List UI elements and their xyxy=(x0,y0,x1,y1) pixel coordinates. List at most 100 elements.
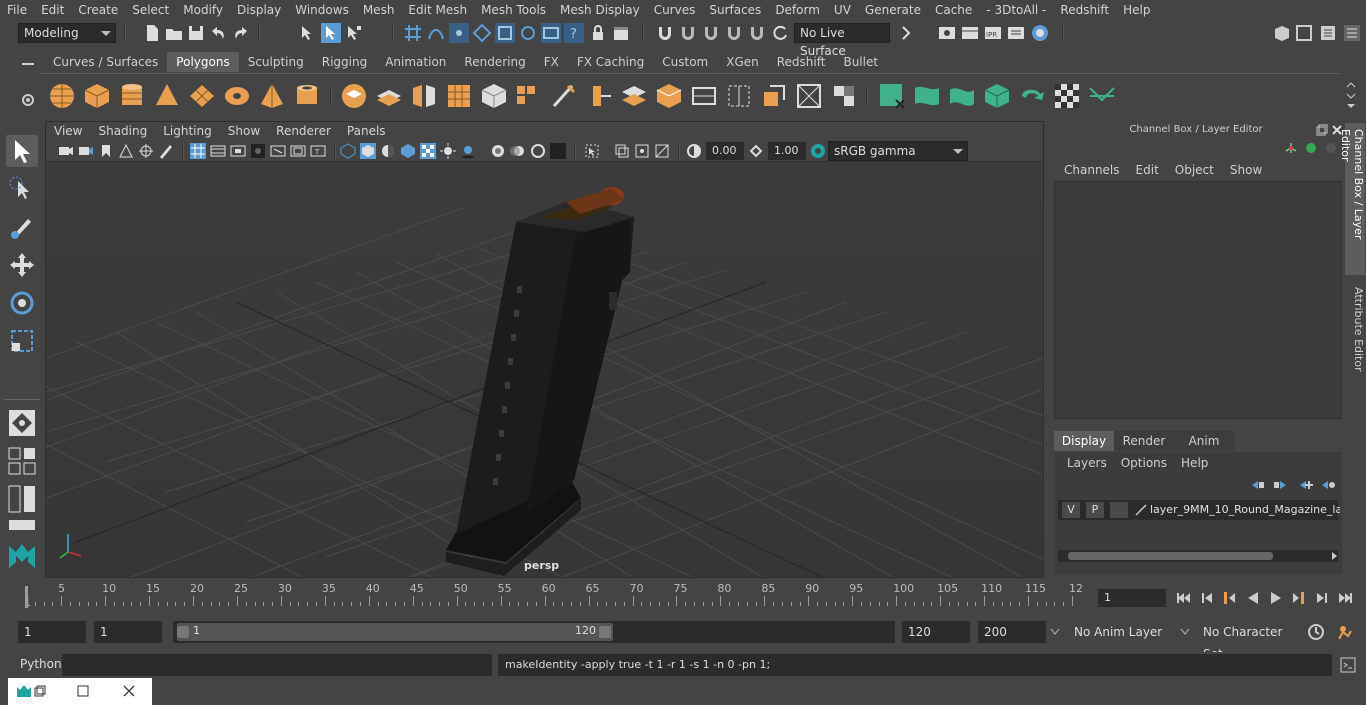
shelf-menu-icon[interactable] xyxy=(20,58,36,70)
current-frame-field[interactable]: 1 xyxy=(1098,589,1166,607)
separate-icon[interactable] xyxy=(375,82,403,110)
outliner-layout-icon[interactable] xyxy=(6,483,38,515)
render-view-icon[interactable] xyxy=(937,23,957,43)
menu-uv[interactable]: UV xyxy=(827,0,858,20)
shelf-tab-polygons[interactable]: Polygons xyxy=(167,52,239,72)
poly-sphere-icon[interactable] xyxy=(48,82,76,110)
shelf-tab-animation[interactable]: Animation xyxy=(376,52,455,72)
green-cube-icon[interactable] xyxy=(878,82,906,110)
shelf-tab-custom[interactable]: Custom xyxy=(653,52,717,72)
poly-torus-icon[interactable] xyxy=(223,82,251,110)
2d-pan-zoom-icon[interactable] xyxy=(138,143,154,159)
shelf-settings-gear-icon[interactable] xyxy=(20,92,36,108)
gamma-field[interactable]: 1.00 xyxy=(768,142,806,160)
snap-surface-icon[interactable] xyxy=(495,23,515,43)
shelf-tab-sculpting[interactable]: Sculpting xyxy=(239,52,313,72)
menu-mesh-display[interactable]: Mesh Display xyxy=(553,0,647,20)
film-gate-icon[interactable] xyxy=(210,143,226,159)
select-hierarchy-icon[interactable] xyxy=(298,23,318,43)
range-slider[interactable]: 1 120 xyxy=(173,621,895,643)
channel-box-toggle-icon[interactable] xyxy=(1342,23,1362,43)
exposure-field[interactable]: 0.00 xyxy=(706,142,744,160)
textured-icon[interactable] xyxy=(420,143,436,159)
shelf-tab-rendering[interactable]: Rendering xyxy=(455,52,534,72)
step-back-icon[interactable] xyxy=(1198,589,1216,607)
new-layer-selected-icon[interactable] xyxy=(1320,478,1336,492)
current-time-indicator[interactable] xyxy=(25,586,28,608)
magnet-live-icon[interactable] xyxy=(747,23,767,43)
select-camera-icon[interactable] xyxy=(58,143,74,159)
shelf-tab-xgen[interactable]: XGen xyxy=(717,52,768,72)
play-backwards-icon[interactable] xyxy=(1244,589,1262,607)
layer-tab-display[interactable]: Display xyxy=(1054,431,1114,451)
select-component-icon[interactable] xyxy=(344,23,364,43)
menu-curves[interactable]: Curves xyxy=(647,0,703,20)
menu-mesh-tools[interactable]: Mesh Tools xyxy=(474,0,553,20)
isolate-select-icon[interactable] xyxy=(584,143,600,159)
shelf-scroll-icon[interactable] xyxy=(1346,80,1356,110)
menu-redshift[interactable]: Redshift xyxy=(1053,0,1116,20)
close-window-icon[interactable] xyxy=(123,685,135,697)
menu-edit-mesh[interactable]: Edit Mesh xyxy=(401,0,474,20)
magnet-icon[interactable] xyxy=(655,23,675,43)
animation-start-field[interactable]: 1 xyxy=(18,621,86,643)
transform-axes-icon[interactable] xyxy=(1284,141,1298,155)
script-language-label[interactable]: Python xyxy=(20,657,62,671)
menu-edit[interactable]: Edit xyxy=(34,0,71,20)
new-scene-icon[interactable] xyxy=(142,23,162,43)
scroll-thumb[interactable] xyxy=(1068,552,1273,560)
layer-tab-anim[interactable]: Anim xyxy=(1174,431,1234,451)
symmetry-icon[interactable] xyxy=(1088,82,1116,110)
screen-space-ao-icon[interactable] xyxy=(490,143,506,159)
wireframe-on-shaded-icon[interactable] xyxy=(400,143,416,159)
bridge-icon[interactable] xyxy=(620,82,648,110)
playback-start-field[interactable]: 1 xyxy=(94,621,162,643)
bevel-icon[interactable] xyxy=(655,82,683,110)
combine-icon[interactable] xyxy=(340,82,368,110)
depth-of-field-icon[interactable] xyxy=(550,143,566,159)
workspace-icon[interactable] xyxy=(1272,23,1292,43)
smooth-icon[interactable] xyxy=(445,82,473,110)
magnet-point-icon[interactable] xyxy=(701,23,721,43)
open-scene-icon[interactable] xyxy=(164,23,184,43)
wireframe-icon[interactable] xyxy=(340,143,356,159)
uv-editor-icon[interactable] xyxy=(830,82,858,110)
viewport-menu-view[interactable]: View xyxy=(46,122,90,140)
clapper-icon[interactable] xyxy=(611,23,631,43)
extrude-icon[interactable] xyxy=(585,82,613,110)
green-dot-icon[interactable] xyxy=(1304,141,1318,155)
exposure-icon[interactable] xyxy=(686,143,702,159)
chevron-down-icon[interactable] xyxy=(1180,628,1190,636)
persp-layout-icon[interactable] xyxy=(6,518,38,532)
layer-playback-toggle[interactable]: P xyxy=(1086,502,1104,518)
go-to-end-icon[interactable] xyxy=(1337,589,1355,607)
magnet-surface-icon[interactable] xyxy=(724,23,744,43)
perspective-viewport[interactable]: View Shading Lighting Show Renderer Panels T xyxy=(45,121,1044,578)
hypershade-icon[interactable] xyxy=(1030,23,1050,43)
green-curve-icon[interactable] xyxy=(913,82,941,110)
step-back-key-icon[interactable] xyxy=(1220,589,1238,607)
step-forward-icon[interactable] xyxy=(1313,589,1331,607)
layer-menu-options[interactable]: Options xyxy=(1114,454,1174,472)
motion-blur-icon[interactable] xyxy=(510,143,526,159)
viewport-menu-renderer[interactable]: Renderer xyxy=(268,122,339,140)
mode-dropdown[interactable]: Modeling xyxy=(18,23,116,43)
select-object-icon[interactable] xyxy=(321,23,341,43)
live-surface-field[interactable]: No Live Surface xyxy=(794,23,890,58)
channel-menu-edit[interactable]: Edit xyxy=(1128,161,1167,179)
last-tool-icon[interactable] xyxy=(6,407,38,439)
select-tool-icon[interactable] xyxy=(6,135,38,167)
time-slider[interactable]: 5 10 15 20 25 30 35 40 45 50 55 60 65 70 75 80 85 90 95 100… xyxy=(18,580,1090,612)
color-space-dropdown[interactable]: sRGB gamma xyxy=(828,141,968,161)
menu-generate[interactable]: Generate xyxy=(858,0,928,20)
layer-display-type-toggle[interactable] xyxy=(1110,502,1128,518)
lasso-tool-icon[interactable] xyxy=(6,173,38,205)
float-panel-icon[interactable] xyxy=(1316,124,1328,136)
snap-view-plane-icon[interactable] xyxy=(472,23,492,43)
viewport-menu-lighting[interactable]: Lighting xyxy=(155,122,220,140)
shelf-tab-curves-surfaces[interactable]: Curves / Surfaces xyxy=(44,52,167,72)
single-pane-layout-icon[interactable] xyxy=(6,445,38,477)
layer-tab-render[interactable]: Render xyxy=(1114,431,1174,451)
range-start-handle[interactable] xyxy=(177,626,189,638)
bookmark-icon[interactable] xyxy=(98,143,114,159)
